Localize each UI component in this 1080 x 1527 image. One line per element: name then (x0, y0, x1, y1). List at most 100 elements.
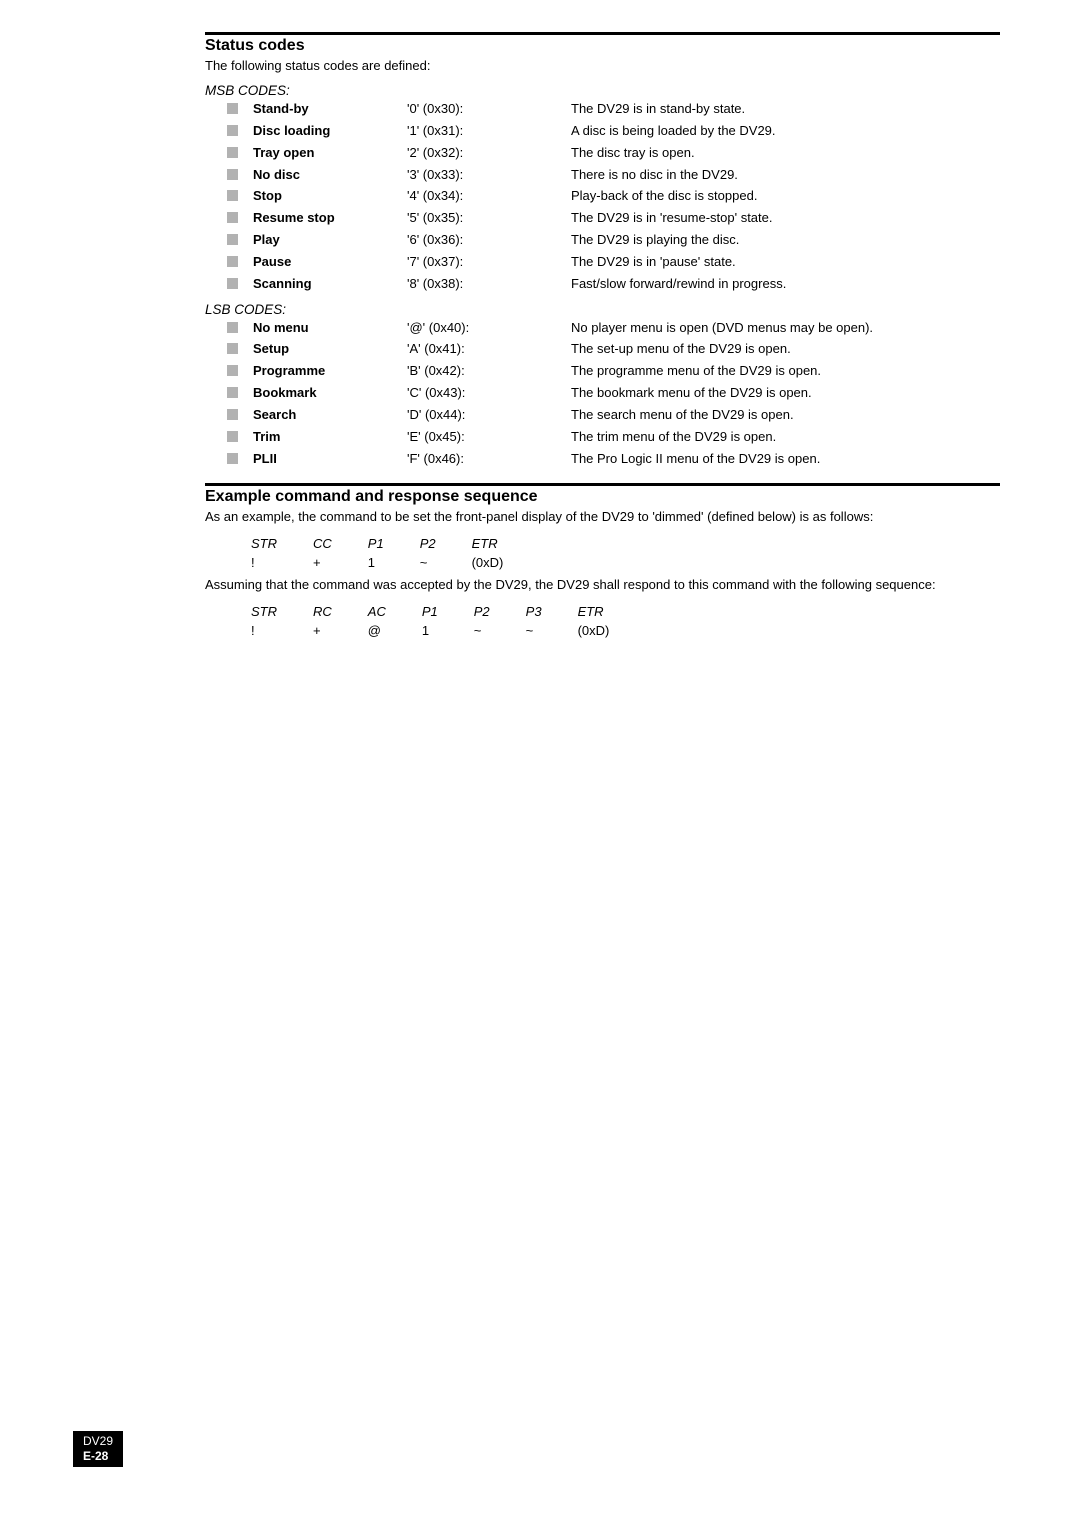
table-row: Setup'A' (0x41):The set-up menu of the D… (227, 339, 877, 361)
table-row: No menu'@' (0x40):No player menu is open… (227, 318, 877, 340)
table-row: STR RC AC P1 P2 P3 ETR (233, 602, 627, 622)
code-name: Programme (253, 361, 407, 383)
code-name: Bookmark (253, 383, 407, 405)
seq-val: ! (233, 553, 295, 573)
table-row: Play'6' (0x36):The DV29 is playing the d… (227, 230, 790, 252)
code-name: Tray open (253, 143, 407, 165)
seq-val: ~ (402, 553, 454, 573)
bullet-icon (227, 343, 238, 354)
seq-hdr: STR (233, 534, 295, 554)
bullet-icon (227, 431, 238, 442)
code-name: Stand-by (253, 99, 407, 121)
bullet-icon (227, 147, 238, 158)
bullet-icon (227, 365, 238, 376)
code-desc: The DV29 is in 'pause' state. (571, 252, 790, 274)
code-value: '@' (0x40): (407, 318, 571, 340)
bullet-icon (227, 278, 238, 289)
code-value: 'B' (0x42): (407, 361, 571, 383)
table-row: No disc'3' (0x33):There is no disc in th… (227, 165, 790, 187)
code-name: Search (253, 405, 407, 427)
seq-hdr: STR (233, 602, 295, 622)
code-value: '6' (0x36): (407, 230, 571, 252)
group-label-msb: MSB CODES: (205, 83, 1000, 98)
code-value: 'A' (0x41): (407, 339, 571, 361)
seq-hdr: ETR (560, 602, 628, 622)
footer-product: DV29 (83, 1434, 113, 1448)
table-row: STR CC P1 P2 ETR (233, 534, 521, 554)
footer-page: E-28 (83, 1449, 113, 1463)
code-value: 'E' (0x45): (407, 427, 571, 449)
bullet-icon (227, 125, 238, 136)
seq-val: 1 (350, 553, 402, 573)
code-desc: No player menu is open (DVD menus may be… (571, 318, 877, 340)
code-value: 'D' (0x44): (407, 405, 571, 427)
code-desc: There is no disc in the DV29. (571, 165, 790, 187)
section-title-status-codes: Status codes (205, 37, 1000, 55)
table-row: PLII'F' (0x46):The Pro Logic II menu of … (227, 449, 877, 471)
page: Status codes The following status codes … (0, 0, 1080, 1527)
seq-hdr: P1 (404, 602, 456, 622)
section-rule (205, 32, 1000, 35)
code-desc: Fast/slow forward/rewind in progress. (571, 274, 790, 296)
seq-hdr: ETR (454, 534, 522, 554)
seq-hdr: P2 (456, 602, 508, 622)
seq-val: (0xD) (454, 553, 522, 573)
bullet-icon (227, 322, 238, 333)
code-desc: The set-up menu of the DV29 is open. (571, 339, 877, 361)
table-row: Resume stop'5' (0x35):The DV29 is in 're… (227, 208, 790, 230)
code-name: No menu (253, 318, 407, 340)
seq-val: 1 (404, 621, 456, 641)
table-row: Bookmark'C' (0x43):The bookmark menu of … (227, 383, 877, 405)
code-value: '8' (0x38): (407, 274, 571, 296)
code-desc: The disc tray is open. (571, 143, 790, 165)
bullet-icon (227, 103, 238, 114)
code-value: '2' (0x32): (407, 143, 571, 165)
code-name: Setup (253, 339, 407, 361)
section-intro-example: As an example, the command to be set the… (205, 509, 1000, 524)
seq-val: @ (350, 621, 404, 641)
content-column: Status codes The following status codes … (205, 32, 1000, 641)
code-name: Play (253, 230, 407, 252)
code-desc: A disc is being loaded by the DV29. (571, 121, 790, 143)
code-value: '1' (0x31): (407, 121, 571, 143)
table-row: Pause'7' (0x37):The DV29 is in 'pause' s… (227, 252, 790, 274)
response-sequence-table: STR RC AC P1 P2 P3 ETR ! + @ 1 ~ ~ (0xD) (233, 602, 627, 641)
code-desc: The programme menu of the DV29 is open. (571, 361, 877, 383)
seq-val: + (295, 621, 350, 641)
seq-hdr: P3 (508, 602, 560, 622)
code-name: Scanning (253, 274, 407, 296)
seq-hdr: P2 (402, 534, 454, 554)
seq-hdr: AC (350, 602, 404, 622)
bullet-icon (227, 256, 238, 267)
seq-val: + (295, 553, 350, 573)
code-desc: The Pro Logic II menu of the DV29 is ope… (571, 449, 877, 471)
msb-codes-table: Stand-by'0' (0x30):The DV29 is in stand-… (227, 99, 790, 296)
code-name: Trim (253, 427, 407, 449)
bullet-icon (227, 409, 238, 420)
seq-hdr: P1 (350, 534, 402, 554)
table-row: Disc loading'1' (0x31):A disc is being l… (227, 121, 790, 143)
code-desc: Play-back of the disc is stopped. (571, 186, 790, 208)
code-name: No disc (253, 165, 407, 187)
section-title-example: Example command and response sequence (205, 488, 1000, 506)
section-mid-example: Assuming that the command was accepted b… (205, 577, 1000, 592)
code-desc: The trim menu of the DV29 is open. (571, 427, 877, 449)
seq-hdr: CC (295, 534, 350, 554)
seq-hdr: RC (295, 602, 350, 622)
code-value: '4' (0x34): (407, 186, 571, 208)
code-value: '0' (0x30): (407, 99, 571, 121)
lsb-codes-table: No menu'@' (0x40):No player menu is open… (227, 318, 877, 471)
table-row: Scanning'8' (0x38):Fast/slow forward/rew… (227, 274, 790, 296)
code-name: PLII (253, 449, 407, 471)
bullet-icon (227, 169, 238, 180)
code-desc: The DV29 is in stand-by state. (571, 99, 790, 121)
bullet-icon (227, 387, 238, 398)
table-row: Trim'E' (0x45):The trim menu of the DV29… (227, 427, 877, 449)
code-name: Resume stop (253, 208, 407, 230)
code-value: '3' (0x33): (407, 165, 571, 187)
table-row: Programme'B' (0x42):The programme menu o… (227, 361, 877, 383)
code-desc: The search menu of the DV29 is open. (571, 405, 877, 427)
bullet-icon (227, 234, 238, 245)
code-value: '7' (0x37): (407, 252, 571, 274)
footer-badge: DV29 E-28 (73, 1431, 123, 1467)
